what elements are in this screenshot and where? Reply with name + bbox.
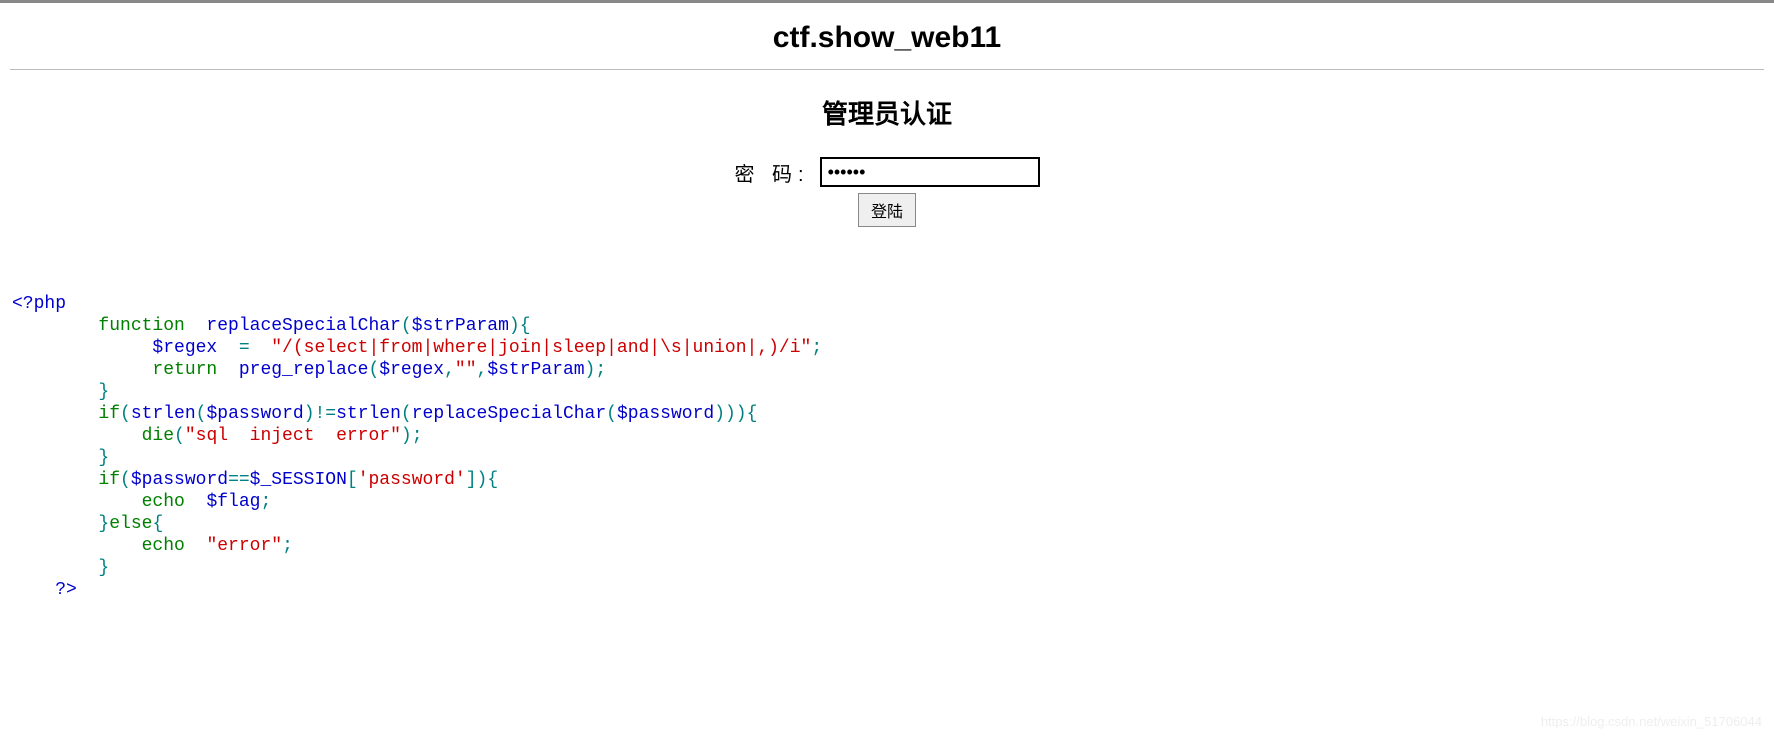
- code-token: else: [109, 514, 152, 534]
- page-title: ctf.show_web11: [0, 3, 1774, 69]
- code-token: $flag: [206, 492, 260, 512]
- auth-title: 管理员认证: [0, 94, 1774, 131]
- code-token: }: [12, 382, 109, 402]
- code-token: ;: [811, 338, 822, 358]
- code-token: function: [12, 316, 185, 336]
- code-token: =: [217, 338, 271, 358]
- code-token: ]){: [466, 470, 498, 490]
- code-token: ){: [509, 316, 531, 336]
- code-token: ?>: [12, 580, 77, 600]
- code-token: if: [12, 404, 120, 424]
- code-token: (: [606, 404, 617, 424]
- code-token: $strParam: [487, 360, 584, 380]
- code-token: ,: [444, 360, 455, 380]
- code-token: if: [12, 470, 120, 490]
- code-token: (: [120, 404, 131, 424]
- code-token: (: [120, 470, 131, 490]
- code-token: );: [585, 360, 607, 380]
- password-input[interactable]: [820, 157, 1040, 187]
- code-token: [185, 536, 207, 556]
- code-token: ;: [260, 492, 271, 512]
- divider: [10, 69, 1764, 70]
- code-token: die: [12, 426, 174, 446]
- code-token: <?php: [12, 294, 66, 314]
- code-token: (: [368, 360, 379, 380]
- auth-section: 管理员认证 密 码: 登陆: [0, 94, 1774, 227]
- code-token: }: [12, 448, 109, 468]
- code-token: ==: [228, 470, 250, 490]
- code-token: replaceSpecialChar: [185, 316, 401, 336]
- code-token: [185, 492, 207, 512]
- code-token: (: [401, 404, 412, 424]
- code-token: $_SESSION: [250, 470, 347, 490]
- code-token: }: [12, 558, 109, 578]
- code-token: (: [196, 404, 207, 424]
- code-token: {: [152, 514, 163, 534]
- code-token: ,: [477, 360, 488, 380]
- login-button[interactable]: 登陆: [858, 193, 916, 227]
- code-token: [: [347, 470, 358, 490]
- code-token: )!=: [304, 404, 336, 424]
- code-token: replaceSpecialChar: [412, 404, 606, 424]
- code-token: "": [455, 360, 477, 380]
- code-token: $regex: [12, 338, 217, 358]
- code-token: echo: [12, 536, 185, 556]
- code-token: $password: [131, 470, 228, 490]
- code-token: ;: [282, 536, 293, 556]
- code-token: (: [174, 426, 185, 446]
- code-token: }: [12, 514, 109, 534]
- password-row: 密 码:: [734, 157, 1039, 187]
- code-token: return: [12, 360, 217, 380]
- code-token: $regex: [379, 360, 444, 380]
- password-label: 密 码:: [734, 158, 809, 187]
- code-token: "sql inject error": [185, 426, 401, 446]
- code-token: "/(select|from|where|join|sleep|and|\s|u…: [271, 338, 811, 358]
- code-token: preg_replace: [217, 360, 368, 380]
- code-token: (: [401, 316, 412, 336]
- code-token: echo: [12, 492, 185, 512]
- code-token: $password: [206, 404, 303, 424]
- code-token: 'password': [358, 470, 466, 490]
- code-token: strlen: [131, 404, 196, 424]
- code-token: $strParam: [412, 316, 509, 336]
- code-token: "error": [206, 536, 282, 556]
- code-token: ))){: [714, 404, 757, 424]
- watermark: https://blog.csdn.net/weixin_51706044: [1541, 714, 1762, 729]
- code-token: strlen: [336, 404, 401, 424]
- code-token: );: [401, 426, 423, 446]
- php-source-code: <?php function replaceSpecialChar($strPa…: [12, 293, 822, 601]
- code-token: $password: [617, 404, 714, 424]
